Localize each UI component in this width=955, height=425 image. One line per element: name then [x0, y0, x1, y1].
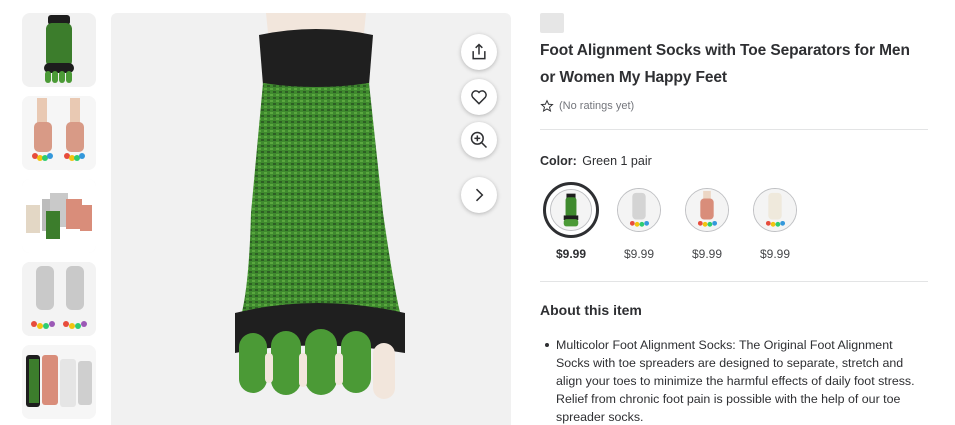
zoom-button[interactable] — [461, 122, 497, 158]
thumbnail-rainbow-socks-feet[interactable] — [22, 96, 96, 170]
chevron-right-icon — [475, 188, 484, 202]
zoom-in-icon — [470, 131, 488, 149]
gray-socks-image — [22, 262, 96, 336]
rating-row[interactable]: (No ratings yet) — [540, 99, 928, 113]
rainbow-socks-image — [22, 96, 96, 170]
product-title: Foot Alignment Socks with Toe Separators… — [540, 42, 910, 86]
green-toe-sock-image — [235, 13, 405, 399]
variant-price: $9.99 — [691, 247, 723, 261]
swatch-ring — [679, 182, 735, 238]
swatch-image — [617, 188, 661, 232]
color-selection-label: Color: Green 1 pair — [540, 154, 928, 168]
star-icon — [540, 99, 554, 112]
about-bullet: Multicolor Foot Alignment Socks: The Ori… — [545, 336, 928, 425]
green-sock-swatch-icon — [551, 190, 591, 230]
thumbnail-sock-assortment[interactable] — [22, 179, 96, 253]
share-icon — [472, 43, 486, 60]
about-section-title: About this item — [540, 302, 642, 318]
main-product-image[interactable] — [111, 13, 511, 425]
divider — [540, 129, 928, 130]
next-image-button[interactable] — [461, 177, 497, 213]
variant-swatch-pink[interactable]: $9.99 — [676, 182, 738, 261]
pink-sock-swatch-icon — [686, 189, 728, 231]
swatch-image — [550, 189, 592, 231]
beige-sock-swatch-icon — [754, 189, 796, 231]
about-bullet-list: Multicolor Foot Alignment Socks: The Ori… — [540, 336, 928, 425]
variant-swatch-gray[interactable]: $9.99 — [608, 182, 670, 261]
share-button[interactable] — [461, 34, 497, 70]
rating-text: (No ratings yet) — [559, 100, 635, 112]
color-label: Color: — [540, 154, 577, 168]
thumbnail-list — [22, 13, 96, 425]
variant-price: $9.99 — [623, 247, 655, 261]
brand-logo-placeholder — [540, 13, 564, 33]
variant-price: $9.99 — [759, 247, 791, 261]
variant-swatch-green[interactable]: $9.99 — [540, 182, 602, 261]
variant-swatch-beige[interactable]: $9.99 — [744, 182, 806, 261]
green-sock-image — [44, 15, 74, 83]
variant-swatches: $9.99 $9.99 $9.99 $9.99 — [540, 182, 928, 261]
swatch-ring — [543, 182, 599, 238]
swatch-ring — [611, 182, 667, 238]
thumbnail-gray-socks-feet[interactable] — [22, 262, 96, 336]
favorite-button[interactable] — [461, 79, 497, 115]
heart-icon — [471, 90, 487, 105]
swatch-ring — [747, 182, 803, 238]
thumbnail-sock-pairs[interactable] — [22, 345, 96, 419]
sock-pairs-image — [22, 345, 96, 419]
gray-sock-swatch-icon — [618, 189, 660, 231]
product-info-panel: Foot Alignment Socks with Toe Separators… — [540, 13, 928, 425]
divider — [540, 281, 928, 282]
sock-assortment-image — [22, 179, 96, 253]
color-value: Green 1 pair — [582, 154, 652, 168]
swatch-image — [753, 188, 797, 232]
thumbnail-green-sock[interactable] — [22, 13, 96, 87]
swatch-image — [685, 188, 729, 232]
variant-price: $9.99 — [555, 247, 587, 261]
